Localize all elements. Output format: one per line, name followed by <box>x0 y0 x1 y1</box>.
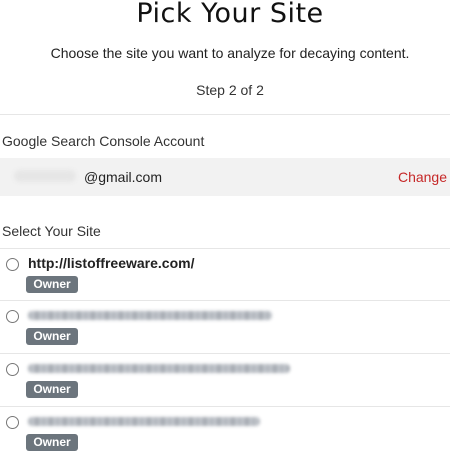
site-option[interactable]: Owner <box>0 353 450 405</box>
site-option[interactable]: Owner <box>0 406 450 458</box>
redacted-site-url[interactable] <box>28 311 272 320</box>
owner-badge: Owner <box>26 434 78 451</box>
site-url[interactable]: http://listoffreeware.com/ <box>28 255 194 271</box>
account-section-label: Google Search Console Account <box>2 133 205 149</box>
site-radio[interactable] <box>6 310 19 323</box>
page-title: Pick Your Site <box>136 0 324 29</box>
account-email: @gmail.com <box>84 169 163 185</box>
owner-badge: Owner <box>26 328 78 345</box>
page-subtitle: Choose the site you want to analyze for … <box>50 45 410 61</box>
redacted-account-name <box>14 170 76 182</box>
site-option[interactable]: http://listoffreeware.com/ Owner <box>0 248 450 300</box>
redacted-site-url[interactable] <box>28 364 290 373</box>
site-radio[interactable] <box>6 363 19 376</box>
divider <box>0 114 450 115</box>
owner-badge: Owner <box>26 381 78 398</box>
site-section-label: Select Your Site <box>2 223 101 239</box>
redacted-site-url[interactable] <box>28 417 260 426</box>
step-indicator: Step 2 of 2 <box>196 82 264 98</box>
site-radio[interactable] <box>6 416 19 429</box>
site-option[interactable]: Owner <box>0 300 450 352</box>
site-radio[interactable] <box>6 258 19 271</box>
owner-badge: Owner <box>26 276 78 293</box>
change-account-link[interactable]: Change <box>398 169 447 185</box>
account-box: @gmail.com Change <box>0 158 450 196</box>
